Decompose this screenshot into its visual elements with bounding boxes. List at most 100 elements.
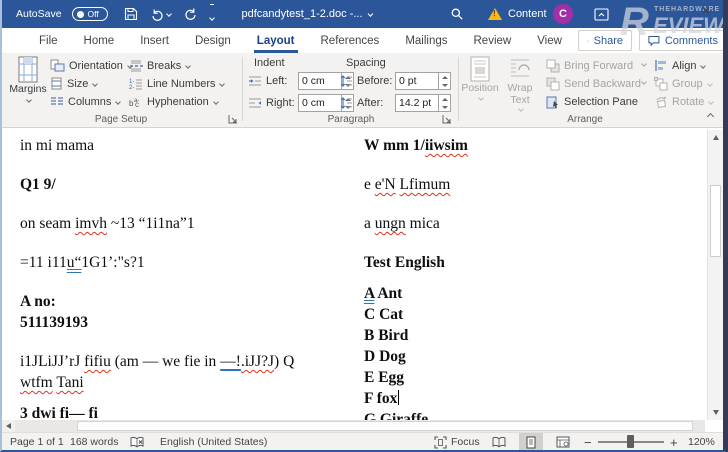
- doc-text-run[interactable]: —!: [220, 353, 241, 370]
- doc-text-run[interactable]: C Cat: [364, 306, 403, 323]
- doc-text-run[interactable]: e'N: [375, 176, 396, 193]
- paragraph-dialog-launcher[interactable]: [442, 114, 452, 124]
- doc-line[interactable]: =11 i11u“1G1’:"s?1: [20, 252, 355, 273]
- doc-text-run[interactable]: wtfm: [20, 374, 53, 391]
- doc-line[interactable]: wtfm Tani: [20, 372, 355, 393]
- tab-file[interactable]: File: [26, 28, 71, 53]
- doc-text-run[interactable]: (am — we fie in: [111, 353, 220, 370]
- spacing-after-stepper[interactable]: [439, 94, 451, 112]
- collapse-ribbon-button[interactable]: [708, 110, 713, 122]
- doc-line[interactable]: e e'N Lfimum: [364, 174, 699, 195]
- read-mode-button[interactable]: [487, 433, 511, 451]
- line-numbers-button[interactable]: 1-2- Line Numbers: [129, 75, 224, 92]
- share-button[interactable]: Share: [578, 30, 632, 51]
- vertical-scroll-thumb[interactable]: [710, 185, 721, 257]
- doc-text-run[interactable]: iiwsim: [425, 137, 468, 154]
- doc-text-run[interactable]: 511139193: [20, 314, 88, 331]
- doc-text-run[interactable]: .iJJ?J: [241, 353, 274, 370]
- doc-line[interactable]: A Ant: [364, 283, 699, 304]
- doc-line[interactable]: Q1 9/: [20, 174, 355, 195]
- scroll-up-button[interactable]: [708, 130, 724, 145]
- scroll-left-button[interactable]: [2, 420, 15, 432]
- horizontal-scrollbar[interactable]: [2, 420, 705, 432]
- doc-line[interactable]: E Egg: [364, 367, 699, 388]
- tab-references[interactable]: References: [308, 28, 393, 53]
- document-title-area[interactable]: pdfcandytest_1-2.doc -...: [241, 0, 372, 28]
- doc-line[interactable]: A no:: [20, 291, 355, 312]
- tab-design[interactable]: Design: [182, 28, 244, 53]
- doc-line[interactable]: i1JLiJJ’rJ fifiu (am — we fie in —!.iJJ?…: [20, 351, 355, 372]
- doc-text-run[interactable]: ungn: [375, 215, 406, 232]
- spacing-before-input[interactable]: [395, 72, 439, 90]
- undo-button[interactable]: [151, 8, 171, 21]
- content-warning[interactable]: Content: [488, 0, 547, 28]
- qat-customize-button[interactable]: [210, 4, 214, 25]
- autosave-toggle[interactable]: Off: [72, 7, 108, 21]
- tab-insert[interactable]: Insert: [127, 28, 182, 53]
- indent-left-input[interactable]: [298, 72, 342, 90]
- comments-button[interactable]: Comments: [639, 30, 727, 51]
- spacing-before-stepper[interactable]: [439, 72, 451, 90]
- doc-line[interactable]: a ungn mica: [364, 213, 699, 234]
- tab-home[interactable]: Home: [71, 28, 128, 53]
- doc-text-run[interactable]: F fox: [364, 390, 397, 407]
- redo-button[interactable]: [184, 5, 197, 23]
- doc-text-run[interactable]: mica: [406, 215, 440, 232]
- tab-mailings[interactable]: Mailings: [392, 28, 460, 53]
- word-count[interactable]: 168 words: [70, 433, 118, 451]
- align-button[interactable]: Align: [654, 57, 705, 74]
- doc-text-run[interactable]: W mm 1/: [364, 137, 425, 154]
- doc-text-run[interactable]: i1JLiJJ’rJ: [20, 353, 84, 370]
- doc-text-run[interactable]: a: [364, 215, 375, 232]
- doc-text-run[interactable]: on seam: [20, 215, 75, 232]
- doc-text-run[interactable]: =11 i11: [20, 254, 67, 271]
- doc-text-run[interactable]: e: [364, 176, 375, 193]
- tab-view[interactable]: View: [524, 28, 575, 53]
- doc-text-run[interactable]: Ant: [374, 285, 402, 302]
- breaks-button[interactable]: Breaks: [129, 57, 190, 74]
- indent-right-input[interactable]: [298, 94, 342, 112]
- doc-line[interactable]: D Dog: [364, 346, 699, 367]
- doc-line[interactable]: B Bird: [364, 325, 699, 346]
- search-button[interactable]: [450, 0, 464, 28]
- doc-line[interactable]: F fox: [364, 388, 699, 409]
- doc-text-run[interactable]: 1G1’:"s?1: [81, 254, 144, 271]
- selection-pane-button[interactable]: Selection Pane: [546, 93, 638, 110]
- print-layout-button[interactable]: [519, 433, 543, 451]
- doc-line[interactable]: in mi mama: [20, 135, 355, 156]
- focus-mode-button[interactable]: Focus: [434, 433, 480, 451]
- doc-line[interactable]: G Giraffe: [364, 409, 699, 420]
- doc-text-run[interactable]: D Dog: [364, 348, 406, 365]
- orientation-button[interactable]: Orientation: [50, 57, 132, 74]
- page-setup-dialog-launcher[interactable]: [228, 114, 238, 124]
- doc-text-run[interactable]: G Giraffe: [364, 411, 428, 420]
- title-dropdown-icon[interactable]: [368, 11, 374, 17]
- doc-text-run[interactable]: in mi mama: [20, 137, 94, 154]
- margins-button[interactable]: Margins: [8, 56, 48, 102]
- doc-text-run[interactable]: B Bird: [364, 327, 408, 344]
- horizontal-scroll-thumb[interactable]: [77, 421, 693, 431]
- doc-text-run[interactable]: imvh: [75, 215, 107, 232]
- hyphenation-button[interactable]: ba-c Hyphenation: [129, 93, 218, 110]
- doc-text-run[interactable]: A: [364, 285, 374, 302]
- zoom-slider[interactable]: [598, 433, 664, 451]
- proofing-status-button[interactable]: [130, 433, 144, 451]
- zoom-level[interactable]: 120%: [688, 433, 715, 451]
- tab-review[interactable]: Review: [461, 28, 525, 53]
- doc-text-run[interactable]: Q1 9/: [20, 176, 56, 193]
- doc-text-run[interactable]: Lfimum: [400, 176, 451, 193]
- doc-line[interactable]: W mm 1/iiwsim: [364, 135, 699, 156]
- spacing-after-input[interactable]: [395, 94, 439, 112]
- doc-text-run[interactable]: ) Q: [274, 353, 294, 370]
- scroll-down-button[interactable]: [708, 405, 724, 420]
- page-indicator[interactable]: Page 1 of 1: [10, 433, 64, 451]
- zoom-in-button[interactable]: +: [670, 433, 678, 451]
- web-layout-button[interactable]: [551, 433, 575, 451]
- doc-line[interactable]: C Cat: [364, 304, 699, 325]
- doc-text-run[interactable]: A no:: [20, 293, 56, 310]
- doc-text-run[interactable]: Tani: [56, 374, 83, 391]
- language-indicator[interactable]: English (United States): [160, 433, 267, 451]
- doc-line[interactable]: on seam imvh ~13 “1i1na”1: [20, 213, 355, 234]
- vertical-scrollbar[interactable]: [707, 130, 723, 420]
- doc-line[interactable]: Test English: [364, 252, 699, 273]
